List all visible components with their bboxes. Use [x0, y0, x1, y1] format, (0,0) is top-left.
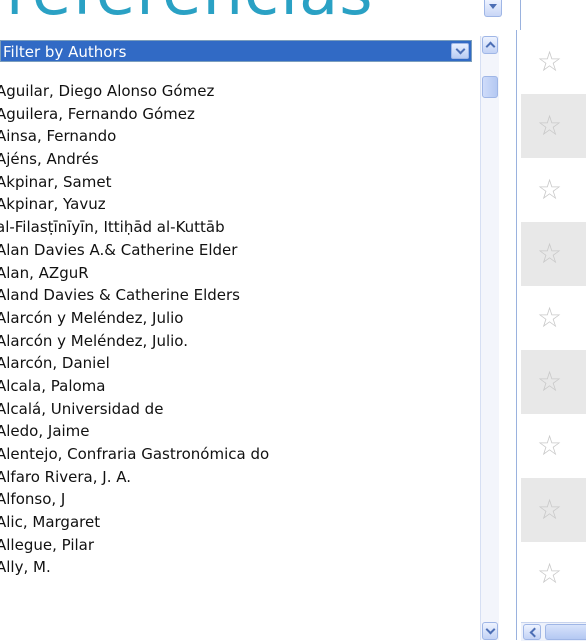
- author-option[interactable]: Akpinar, Yavuz: [0, 193, 476, 216]
- author-filter-dropdown[interactable]: Filter by Authors: [0, 40, 472, 62]
- author-option[interactable]: Alic, Margaret: [0, 511, 476, 534]
- author-option[interactable]: Alarcón y Meléndez, Julio: [0, 307, 476, 330]
- star-outline-icon[interactable]: ☆: [537, 240, 562, 268]
- scroll-up-icon[interactable]: [482, 36, 498, 54]
- favorite-row: ☆: [521, 414, 586, 478]
- scroll-left-icon[interactable]: [523, 624, 541, 640]
- favorite-column: ☆ ☆ ☆ ☆ ☆ ☆ ☆ ☆ ☆: [521, 30, 586, 640]
- favorite-row: ☆: [521, 222, 586, 286]
- author-option[interactable]: Alan, AZguR: [0, 262, 476, 285]
- author-filter-panel: Filter by Authors Aguilar, Diego Alonso …: [0, 30, 517, 640]
- author-option[interactable]: Alfaro Rivera, J. A.: [0, 466, 476, 489]
- favorite-row: ☆: [521, 478, 586, 542]
- author-option[interactable]: al-Filasṭīnīyīn, Ittiḥād al-Kuttāb: [0, 216, 476, 239]
- heading-strip: referencias: [0, 0, 586, 30]
- scrollbar-thumb[interactable]: [482, 76, 498, 98]
- star-outline-icon[interactable]: ☆: [537, 48, 562, 76]
- star-outline-icon[interactable]: ☆: [537, 432, 562, 460]
- author-option[interactable]: Aledo, Jaime: [0, 420, 476, 443]
- author-option[interactable]: Alarcón y Meléndez, Julio.: [0, 330, 476, 353]
- favorite-row: ☆: [521, 158, 586, 222]
- vertical-scrollbar[interactable]: [480, 36, 499, 640]
- favorite-row: ☆: [521, 30, 586, 94]
- star-outline-icon[interactable]: ☆: [537, 112, 562, 140]
- favorite-row: ☆: [521, 542, 586, 606]
- dropdown-selected-value: Filter by Authors: [3, 43, 127, 61]
- author-option[interactable]: Ajéns, Andrés: [0, 148, 476, 171]
- author-option[interactable]: Alcala, Paloma: [0, 375, 476, 398]
- author-option[interactable]: Aguilar, Diego Alonso Gómez: [0, 80, 476, 103]
- scroll-down-icon[interactable]: [482, 622, 498, 640]
- page-heading: referencias: [6, 0, 374, 30]
- favorite-row: ☆: [521, 286, 586, 350]
- author-option[interactable]: Aguilera, Fernando Gómez: [0, 103, 476, 126]
- author-option[interactable]: Alan Davies A.& Catherine Elder: [0, 239, 476, 262]
- star-outline-icon[interactable]: ☆: [537, 368, 562, 396]
- star-outline-icon[interactable]: ☆: [537, 560, 562, 588]
- author-option[interactable]: Aland Davies & Catherine Elders: [0, 284, 476, 307]
- favorite-row: ☆: [521, 94, 586, 158]
- author-option[interactable]: Ainsa, Fernando: [0, 125, 476, 148]
- author-option[interactable]: Akpinar, Samet: [0, 171, 476, 194]
- scroll-down-icon[interactable]: [484, 0, 502, 17]
- horizontal-scrollbar[interactable]: [521, 622, 586, 641]
- author-option[interactable]: Alcalá, Universidad de: [0, 398, 476, 421]
- author-option[interactable]: Alarcón, Daniel: [0, 352, 476, 375]
- star-outline-icon[interactable]: ☆: [537, 496, 562, 524]
- star-outline-icon[interactable]: ☆: [537, 176, 562, 204]
- author-option[interactable]: Alfonso, J: [0, 488, 476, 511]
- author-option[interactable]: Allegue, Pilar: [0, 534, 476, 557]
- star-outline-icon[interactable]: ☆: [537, 304, 562, 332]
- column-header: [520, 0, 586, 30]
- author-option[interactable]: Ally, M.: [0, 556, 476, 579]
- favorite-row: ☆: [521, 350, 586, 414]
- chevron-down-icon[interactable]: [451, 43, 469, 59]
- author-option[interactable]: Alentejo, Confraria Gastronómica do: [0, 443, 476, 466]
- author-options-list: Aguilar, Diego Alonso Gómez Aguilera, Fer…: [0, 80, 476, 640]
- scrollbar-thumb[interactable]: [545, 624, 586, 640]
